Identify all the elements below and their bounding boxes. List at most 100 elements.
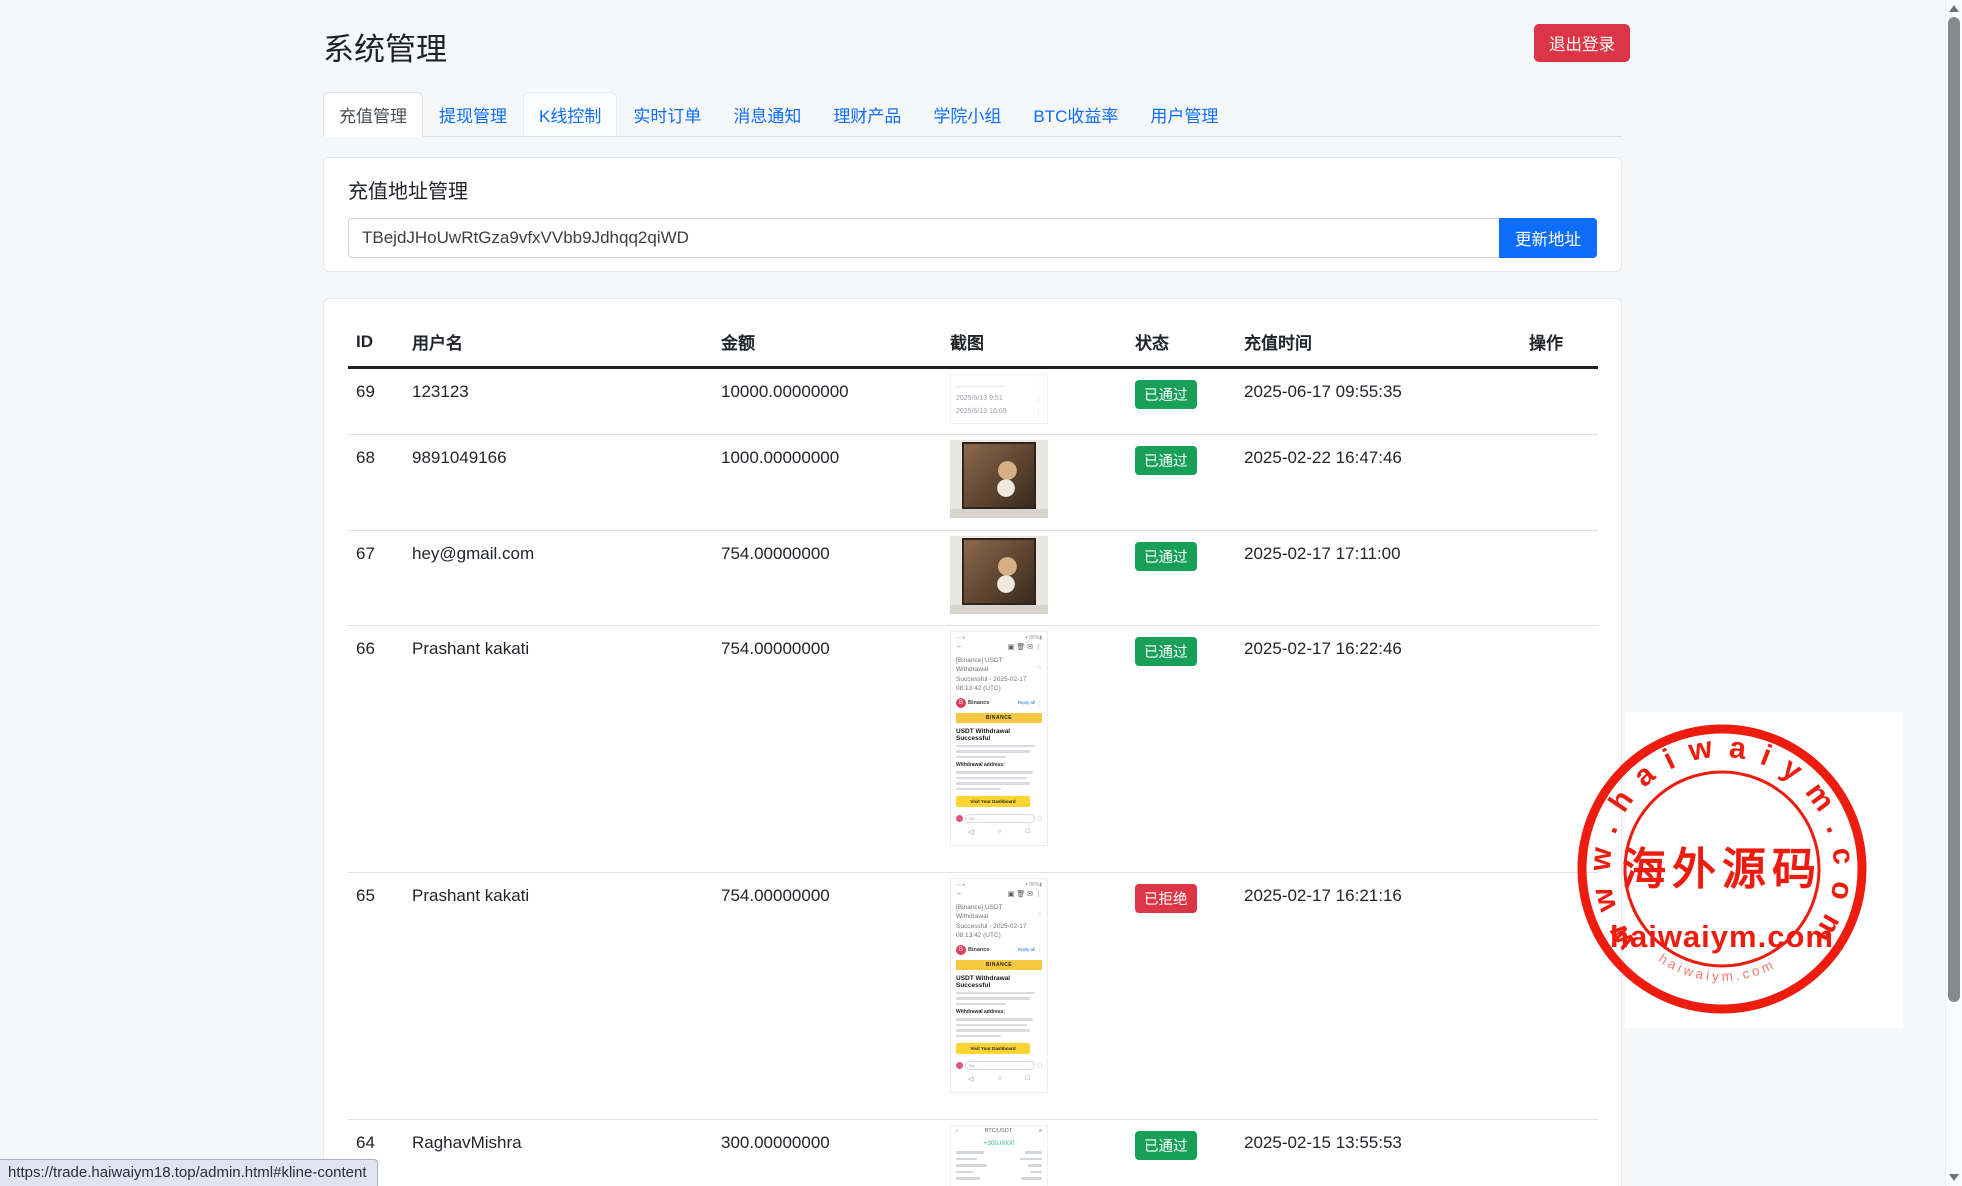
watermark-stamp: www.haiwaiym.com 海外源码 haiwaiym.com haiwa… [1572, 719, 1872, 1019]
cell-status: 已通过 [1127, 1120, 1236, 1186]
address-card-title: 充值地址管理 [348, 175, 1597, 204]
cell-screenshot: ◦◦◦ ▸▾ 88%▮ ←▣ 🗑 ✉ ⋮ ☆ [Binance] USDT Wi… [942, 626, 1127, 873]
screenshot-thumbnail[interactable]: ⋮ 2025/6/13 9:51⋮ 2025/6/13 16:09⋮ [950, 374, 1048, 424]
recharge-table: ID 用户名 金额 截图 状态 充值时间 操作 69 123123 10000.… [348, 321, 1598, 1186]
cell-screenshot [942, 435, 1127, 531]
cell-amount: 754.00000000 [713, 873, 942, 1120]
cell-id: 65 [348, 873, 404, 1120]
cell-action [1521, 368, 1598, 435]
cell-action [1521, 435, 1598, 531]
cell-username: Prashant kakati [404, 626, 713, 873]
cell-username: hey@gmail.com [404, 531, 713, 626]
cell-amount: 1000.00000000 [713, 435, 942, 531]
cell-amount: 754.00000000 [713, 626, 942, 873]
status-badge: 已通过 [1135, 380, 1197, 409]
cell-status: 已通过 [1127, 626, 1236, 873]
sender-avatar: B [956, 945, 966, 955]
cell-status: 已拒绝 [1127, 873, 1236, 1120]
cell-screenshot [942, 531, 1127, 626]
tab-bar: 充值管理 提现管理 K线控制 实时订单 消息通知 理财产品 学院小组 BTC收益… [323, 92, 1622, 137]
status-badge: 已通过 [1135, 446, 1197, 475]
cell-time: 2025-02-17 17:11:00 [1236, 531, 1521, 626]
update-address-button[interactable]: 更新地址 [1499, 218, 1597, 258]
tab-kline[interactable]: K线控制 [523, 92, 617, 137]
cell-status: 已通过 [1127, 435, 1236, 531]
status-badge: 已拒绝 [1135, 884, 1197, 913]
col-header-action: 操作 [1521, 321, 1598, 368]
old-man-painting [962, 538, 1036, 605]
cell-time: 2025-02-22 16:47:46 [1236, 435, 1521, 531]
cell-id: 68 [348, 435, 404, 531]
cell-username: RaghavMishra [404, 1120, 713, 1186]
sender-avatar: B [956, 698, 966, 708]
cell-screenshot: ◦◦◦ ▸▾ 88%▮ ←▣ 🗑 ✉ ⋮ ☆ [Binance] USDT Wi… [942, 873, 1127, 1120]
cell-amount: 754.00000000 [713, 531, 942, 626]
table-row: 68 9891049166 1000.00000000 已通过 2025-02-… [348, 435, 1598, 531]
col-header-id: ID [348, 321, 404, 368]
cell-action [1521, 531, 1598, 626]
status-badge: 已通过 [1135, 1131, 1197, 1160]
col-header-time: 充值时间 [1236, 321, 1521, 368]
col-header-shot: 截图 [942, 321, 1127, 368]
screenshot-thumbnail[interactable]: ‹BTC/USDT≡ +300.0000 [950, 1125, 1048, 1186]
screenshot-thumbnail[interactable] [950, 440, 1048, 518]
cell-action [1521, 1120, 1598, 1186]
table-row: 67 hey@gmail.com 754.00000000 已通过 2025-0… [348, 531, 1598, 626]
cell-id: 66 [348, 626, 404, 873]
cell-status: 已通过 [1127, 368, 1236, 435]
tab-btc-yield[interactable]: BTC收益率 [1017, 92, 1134, 137]
screenshot-thumbnail[interactable]: ◦◦◦ ▸▾ 88%▮ ←▣ 🗑 ✉ ⋮ ☆ [Binance] USDT Wi… [950, 878, 1048, 1093]
cell-username: 123123 [404, 368, 713, 435]
cell-amount: 300.00000000 [713, 1120, 942, 1186]
scroll-up-arrow-icon[interactable] [1949, 5, 1959, 12]
screenshot-thumbnail[interactable] [950, 536, 1048, 614]
table-row: 65 Prashant kakati 754.00000000 ◦◦◦ ▸▾ 8… [348, 873, 1598, 1120]
old-man-painting [962, 442, 1036, 509]
page-title: 系统管理 [323, 24, 447, 69]
cell-id: 69 [348, 368, 404, 435]
cell-username: Prashant kakati [404, 873, 713, 1120]
cell-username: 9891049166 [404, 435, 713, 531]
cell-time: 2025-02-17 16:22:46 [1236, 626, 1521, 873]
cell-status: 已通过 [1127, 531, 1236, 626]
status-badge: 已通过 [1135, 542, 1197, 571]
table-header-row: ID 用户名 金额 截图 状态 充值时间 操作 [348, 321, 1598, 368]
admin-page: 系统管理 退出登录 充值管理 提现管理 K线控制 实时订单 消息通知 理财产品 … [0, 0, 1962, 1186]
scrollbar-thumb[interactable] [1948, 17, 1960, 1002]
col-header-status: 状态 [1127, 321, 1236, 368]
address-input-group: 更新地址 [348, 218, 1597, 258]
cell-time: 2025-02-15 13:55:53 [1236, 1120, 1521, 1186]
recharge-address-card: 充值地址管理 更新地址 [323, 157, 1622, 272]
tab-academy[interactable]: 学院小组 [917, 92, 1017, 137]
tab-orders[interactable]: 实时订单 [617, 92, 717, 137]
recharge-table-card: ID 用户名 金额 截图 状态 充值时间 操作 69 123123 10000.… [323, 298, 1622, 1186]
cell-screenshot: ⋮ 2025/6/13 9:51⋮ 2025/6/13 16:09⋮ [942, 368, 1127, 435]
screenshot-thumbnail[interactable]: ◦◦◦ ▸▾ 88%▮ ←▣ 🗑 ✉ ⋮ ☆ [Binance] USDT Wi… [950, 631, 1048, 846]
binance-brand-bar: BINANCE [956, 713, 1042, 723]
stamp-center-domain: haiwaiym.com [1610, 919, 1834, 954]
tab-products[interactable]: 理财产品 [817, 92, 917, 137]
cell-time: 2025-06-17 09:55:35 [1236, 368, 1521, 435]
tab-withdraw[interactable]: 提现管理 [423, 92, 523, 137]
tab-users[interactable]: 用户管理 [1134, 92, 1234, 137]
vertical-scrollbar[interactable] [1945, 0, 1962, 1186]
status-badge: 已通过 [1135, 637, 1197, 666]
status-bubble: https://trade.haiwaiym18.top/admin.html#… [0, 1159, 378, 1186]
col-header-amount: 金额 [713, 321, 942, 368]
cell-amount: 10000.00000000 [713, 368, 942, 435]
svg-text:haiwaiym.com: haiwaiym.com [1656, 951, 1775, 984]
logout-button[interactable]: 退出登录 [1534, 24, 1630, 62]
cell-id: 67 [348, 531, 404, 626]
tab-recharge[interactable]: 充值管理 [323, 92, 423, 137]
col-header-username: 用户名 [404, 321, 713, 368]
table-row: 69 123123 10000.00000000 ⋮ 2025/6/13 9:5… [348, 368, 1598, 435]
recharge-address-input[interactable] [348, 218, 1499, 258]
tab-notify[interactable]: 消息通知 [717, 92, 817, 137]
table-row: 66 Prashant kakati 754.00000000 ◦◦◦ ▸▾ 8… [348, 626, 1598, 873]
cell-time: 2025-02-17 16:21:16 [1236, 873, 1521, 1120]
binance-brand-bar: BINANCE [956, 960, 1042, 970]
table-row: 64 RaghavMishra 300.00000000 ‹BTC/USDT≡ … [348, 1120, 1598, 1186]
cell-screenshot: ‹BTC/USDT≡ +300.0000 [942, 1120, 1127, 1186]
scroll-down-arrow-icon[interactable] [1949, 1174, 1959, 1181]
stamp-center-chinese: 海外源码 [1622, 845, 1822, 894]
